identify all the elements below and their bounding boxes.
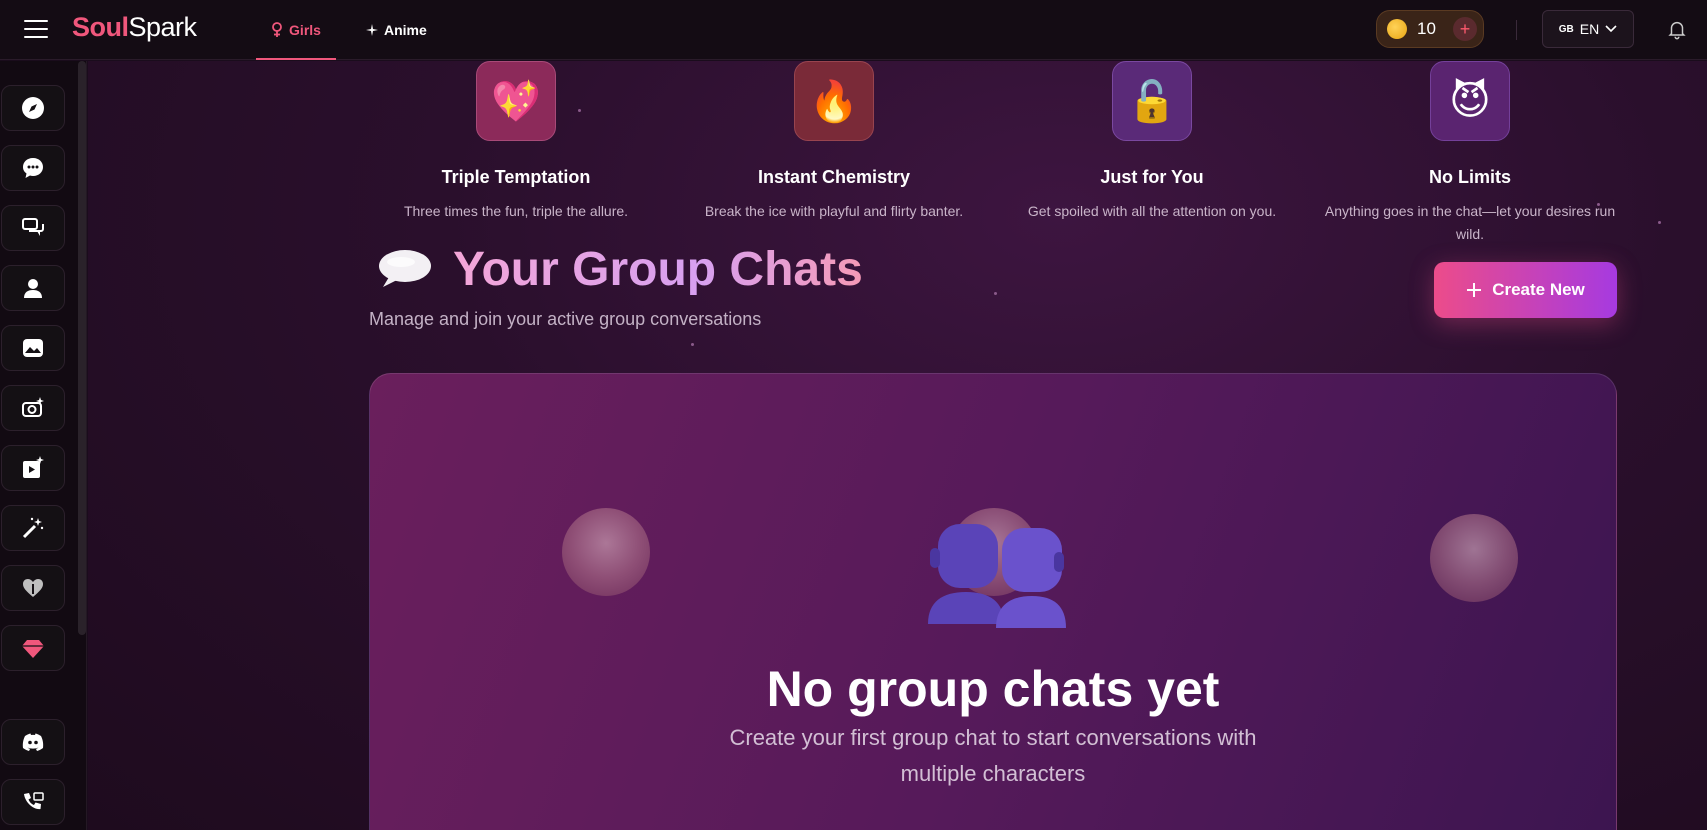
sidebar-item-gallery[interactable] [1, 325, 65, 371]
top-bar: SoulSpark Girls Anime 10 + GB EN [0, 0, 1707, 60]
add-coins-button[interactable]: + [1453, 17, 1477, 41]
discord-icon [22, 733, 44, 751]
decor-sparkle [994, 292, 997, 295]
unlock-icon: 🔓 [1112, 61, 1192, 141]
main-content: 💖 Triple Temptation Three times the fun,… [88, 61, 1707, 830]
feature-title: Instant Chemistry [757, 167, 911, 187]
sidebar-item-video[interactable] [1, 445, 65, 491]
sidebar-item-create[interactable] [1, 505, 65, 551]
chevron-down-icon [1605, 25, 1617, 33]
sidebar-item-support[interactable] [1, 779, 65, 825]
feature-desc: Get spoiled with all the attention on yo… [1027, 203, 1277, 219]
feature-desc: Anything goes in the chat—let your desir… [1324, 203, 1616, 242]
empty-state-desc: Create your first group chat to start co… [370, 720, 1616, 792]
sidebar-item-chat[interactable] [1, 145, 65, 191]
sidebar-item-companions[interactable] [1, 565, 65, 611]
avatar [562, 508, 650, 596]
diamond-icon [22, 640, 44, 658]
avatar [1430, 514, 1518, 602]
menu-icon[interactable] [24, 20, 48, 38]
feature-no-limits: 😈 No Limits Anything goes in the chat—le… [1310, 61, 1630, 246]
group-chat-icon [22, 218, 44, 236]
empty-state-desc-line: multiple characters [900, 761, 1086, 786]
fire-icon: 🔥 [794, 61, 874, 141]
feature-instant-chemistry: 🔥 Instant Chemistry Break the ice with p… [674, 61, 994, 223]
logo-part2: Spark [128, 12, 198, 42]
feature-desc: Three times the fun, triple the allure. [403, 203, 629, 219]
sidebar-item-premium[interactable] [1, 625, 65, 671]
bell-icon[interactable] [1666, 18, 1688, 40]
empty-state-title: No group chats yet [766, 661, 1220, 717]
group-users-icon [928, 524, 1066, 628]
sidebar-item-group-chat[interactable] [1, 205, 65, 251]
chat-bubble-icon [23, 158, 43, 178]
sidebar-scrollbar[interactable] [78, 61, 86, 635]
user-icon [24, 279, 42, 298]
sparkle-icon [366, 24, 378, 36]
empty-state-card: No group chats yet Create your first gro… [369, 373, 1617, 830]
logo[interactable]: SoulSpark [72, 12, 197, 43]
tab-anime[interactable]: Anime [366, 0, 427, 60]
tab-anime-label: Anime [384, 22, 427, 38]
create-new-button[interactable]: Create New [1434, 262, 1617, 318]
language-selector[interactable]: GB EN [1542, 10, 1634, 48]
tab-girls-label: Girls [289, 22, 321, 38]
heart-hands-icon [23, 579, 43, 597]
create-new-label: Create New [1492, 280, 1585, 299]
plus-icon [1467, 283, 1482, 297]
feature-emoji: 💖 [491, 79, 541, 124]
sidebar-item-discord[interactable] [1, 719, 65, 765]
feature-emoji: 🔥 [809, 79, 859, 124]
feature-triple-temptation: 💖 Triple Temptation Three times the fun,… [356, 61, 676, 223]
feature-title: Triple Temptation [441, 167, 591, 187]
video-spark-icon [23, 456, 44, 478]
divider [1516, 20, 1517, 40]
coin-balance[interactable]: 10 + [1376, 10, 1484, 48]
sparkling-heart-icon: 💖 [476, 61, 556, 141]
sidebar-item-explore[interactable] [1, 85, 65, 131]
female-icon [272, 22, 282, 37]
coin-icon [1387, 19, 1407, 39]
speech-bubble-icon [379, 250, 431, 287]
feature-desc: Break the ice with playful and flirty ba… [704, 203, 964, 219]
feature-emoji: 🔓 [1127, 79, 1177, 124]
sidebar [0, 61, 87, 830]
sidebar-item-characters[interactable] [1, 265, 65, 311]
tab-girls[interactable]: Girls [256, 0, 336, 60]
feature-emoji: 😈 [1449, 79, 1491, 123]
language-code: EN [1579, 21, 1600, 37]
page-subtitle: Manage and join your active group conver… [369, 309, 762, 329]
image-icon [23, 339, 43, 357]
compass-icon [22, 97, 44, 119]
feature-title: Just for You [1100, 167, 1204, 187]
decor-sparkle [1658, 221, 1661, 224]
magic-wand-icon [22, 517, 44, 539]
feature-title: No Limits [1428, 167, 1511, 187]
page-title-text: Your Group Chats [453, 242, 863, 296]
decor-sparkle [691, 343, 694, 346]
support-icon [24, 792, 44, 810]
empty-state-desc-line: Create your first group chat to start co… [729, 725, 1257, 750]
flag-icon: GB [1558, 23, 1574, 35]
coin-value: 10 [1417, 19, 1436, 38]
camera-spark-icon [22, 397, 44, 417]
feature-just-for-you: 🔓 Just for You Get spoiled with all the … [992, 61, 1312, 223]
page-title: Your Group Chats [375, 239, 863, 299]
devil-icon: 😈 [1430, 61, 1510, 141]
sidebar-item-generate[interactable] [1, 385, 65, 431]
logo-part1: Soul [72, 12, 129, 42]
